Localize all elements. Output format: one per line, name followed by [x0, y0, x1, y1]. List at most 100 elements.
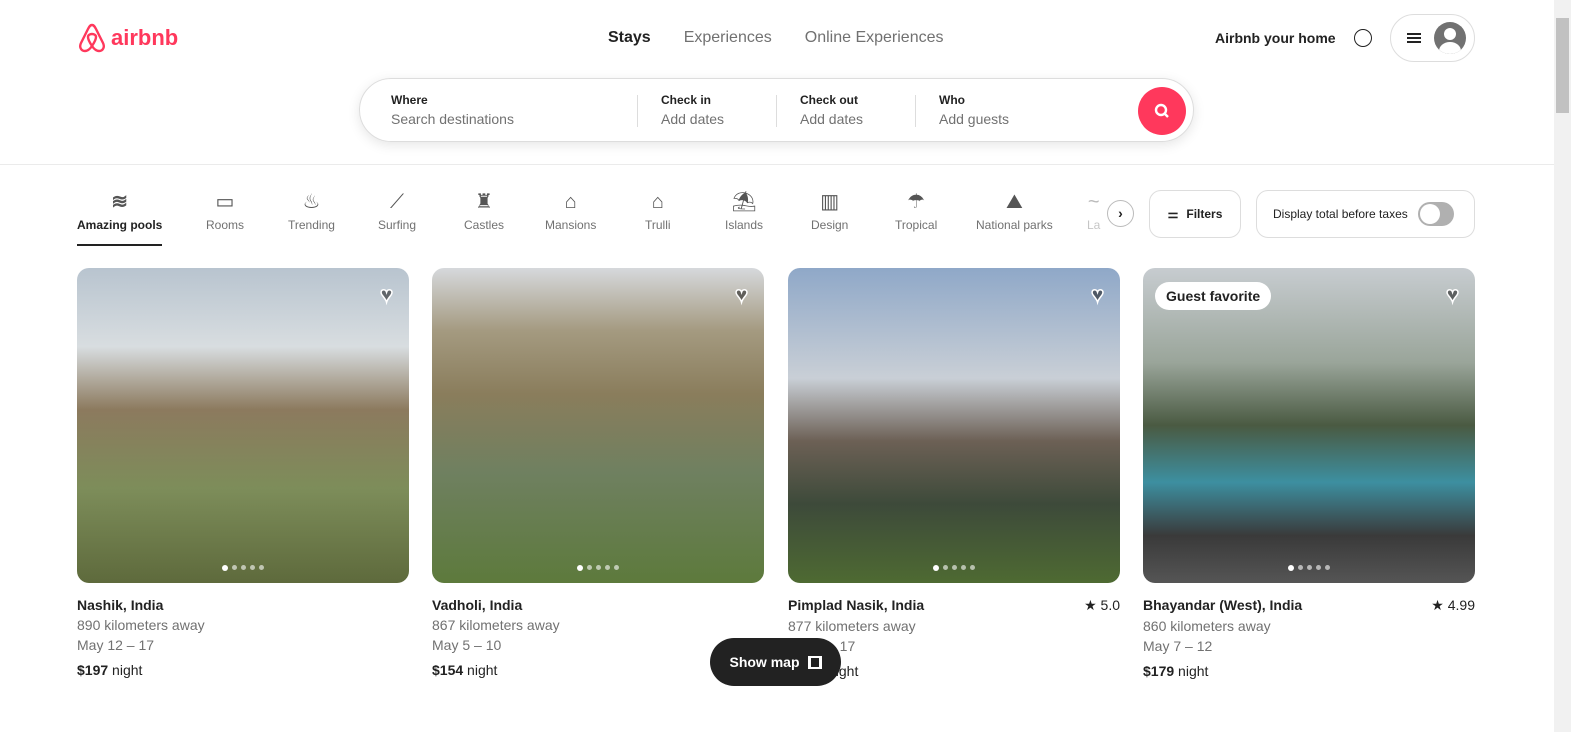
heart-icon[interactable]: ♥ — [1090, 281, 1105, 308]
check-in-field[interactable]: Check in Add dates — [661, 93, 724, 127]
listing-photo[interactable]: ♥ — [432, 268, 764, 583]
where-field[interactable]: Where Search destinations — [391, 93, 514, 127]
filters-button[interactable]: ⚌ Filters — [1149, 190, 1241, 238]
nav-experiences[interactable]: Experiences — [684, 29, 772, 47]
listing-card[interactable]: Guest favorite ♥ Bhayandar (West), India ★… — [1143, 268, 1475, 679]
listing-title: Bhayandar (West), India — [1143, 597, 1303, 613]
main-nav: Stays Experiences Online Experiences — [608, 29, 944, 47]
user-menu-button[interactable] — [1390, 14, 1475, 62]
listing-price: $179 night — [1143, 663, 1209, 679]
where-label: Where — [391, 93, 428, 107]
photo-dots — [1288, 565, 1330, 571]
category-label: Mansions — [545, 218, 597, 232]
who-field[interactable]: Who Add guests — [939, 93, 1009, 127]
category-trulli[interactable]: ⌂ Trulli — [645, 188, 671, 232]
show-map-label: Show map — [729, 654, 800, 670]
category-surfing[interactable]: ⟋ Surfing — [378, 188, 416, 232]
search-button[interactable] — [1138, 87, 1186, 135]
pool-icon: ≋ — [111, 191, 129, 213]
listing-title: Nashik, India — [77, 597, 164, 613]
flame-icon: ♨ — [302, 191, 321, 213]
taxes-label: Display total before taxes — [1273, 207, 1408, 221]
who-label: Who — [939, 93, 965, 107]
scrollbar-thumb[interactable] — [1556, 18, 1569, 113]
listing-card[interactable]: ♥ Vadholi, India 867 kilometers away May… — [432, 268, 764, 678]
palm-icon: ☂ — [907, 191, 926, 213]
category-rooms[interactable]: ▭ Rooms — [206, 188, 244, 232]
surfboard-icon: ⟋ — [390, 191, 405, 213]
category-design[interactable]: ▥ Design — [811, 188, 848, 232]
menu-icon — [1407, 33, 1421, 43]
listing-dates: May 7 – 12 — [1143, 638, 1213, 654]
category-label: Surfing — [378, 218, 417, 232]
search-icon — [1154, 103, 1169, 118]
category-label: La — [1087, 218, 1101, 232]
check-out-field[interactable]: Check out Add dates — [800, 93, 863, 127]
listing-distance: 877 kilometers away — [788, 618, 916, 634]
category-tropical[interactable]: ☂ Tropical — [895, 188, 937, 232]
divider — [915, 95, 916, 127]
airbnb-logo[interactable]: airbnb — [77, 22, 178, 54]
photo-dots — [577, 565, 619, 571]
category-label: Rooms — [206, 218, 245, 232]
where-input[interactable]: Search destinations — [391, 111, 514, 127]
listing-distance: 890 kilometers away — [77, 617, 205, 633]
category-mansions[interactable]: ⌂ Mansions — [545, 188, 596, 232]
who-value: Add guests — [939, 111, 1010, 127]
island-icon: ⛱ — [731, 191, 757, 213]
lake-icon: ~ — [1087, 191, 1100, 213]
category-national-parks[interactable]: ⛰ National parks — [976, 188, 1053, 232]
check-in-value: Add dates — [661, 111, 725, 127]
listing-title: Vadholi, India — [432, 597, 523, 613]
category-castles[interactable]: ♜ Castles — [464, 188, 504, 232]
photo-dots — [222, 565, 264, 571]
category-label: Castles — [464, 218, 505, 232]
heart-icon[interactable]: ♥ — [734, 281, 749, 308]
listing-card[interactable]: ♥ Pimplad Nasik, India ★ 5.0 877 kilomete… — [788, 268, 1120, 679]
category-islands[interactable]: ⛱ Islands — [725, 188, 763, 232]
category-partial[interactable]: ~ La — [1087, 188, 1100, 232]
listing-photo[interactable]: ♥ — [77, 268, 409, 583]
category-label: National parks — [976, 218, 1053, 232]
castle-icon: ♜ — [475, 191, 493, 213]
category-label: Amazing pools — [77, 218, 163, 232]
category-label: Trending — [288, 218, 335, 232]
category-label: Islands — [725, 218, 764, 232]
listing-dates: May 12 – 17 — [77, 637, 155, 653]
category-next-button[interactable]: › — [1107, 200, 1134, 227]
listing-rating: ★ 5.0 — [1084, 597, 1120, 613]
listing-rating: ★ 4.99 — [1431, 597, 1475, 613]
sliders-icon: ⚌ — [1167, 207, 1179, 221]
listing-photo[interactable]: Guest favorite ♥ — [1143, 268, 1475, 583]
category-trending[interactable]: ♨ Trending — [288, 188, 335, 232]
listing-distance: 867 kilometers away — [432, 617, 560, 633]
heart-icon[interactable]: ♥ — [379, 281, 394, 308]
show-map-button[interactable]: Show map — [710, 638, 841, 686]
category-bar: ≋ Amazing pools ▭ Rooms ♨ Trending ⟋ Surfing… — [77, 188, 1107, 253]
header: airbnb Stays Experiences Online Experien… — [0, 0, 1554, 165]
category-amazing-pools[interactable]: ≋ Amazing pools — [77, 188, 162, 246]
check-out-value: Add dates — [800, 111, 864, 127]
listing-price: $197 night — [77, 662, 143, 678]
airbnb-your-home-link[interactable]: Airbnb your home — [1215, 30, 1336, 46]
category-label: Design — [811, 218, 849, 232]
check-in-label: Check in — [661, 93, 712, 107]
display-total-toggle-row[interactable]: Display total before taxes — [1256, 190, 1475, 238]
guest-favorite-badge: Guest favorite — [1155, 282, 1272, 310]
listing-card[interactable]: ♥ Nashik, India 890 kilometers away May … — [77, 268, 409, 678]
taxes-toggle[interactable] — [1417, 202, 1454, 226]
design-icon: ▥ — [820, 191, 840, 213]
listing-title: Pimplad Nasik, India — [788, 597, 925, 613]
check-out-label: Check out — [800, 93, 859, 107]
nav-online-experiences[interactable]: Online Experiences — [805, 29, 944, 47]
globe-icon[interactable] — [1354, 29, 1372, 47]
search-bar: Where Search destinations Check in Add dat… — [359, 78, 1194, 142]
trullo-icon: ⌂ — [651, 191, 664, 213]
listing-photo[interactable]: ♥ — [788, 268, 1120, 583]
filters-label: Filters — [1186, 207, 1223, 221]
heart-icon[interactable]: ♥ — [1445, 281, 1460, 308]
logo-text: airbnb — [111, 25, 179, 50]
bed-icon: ▭ — [215, 191, 235, 213]
nav-stays[interactable]: Stays — [608, 29, 651, 47]
category-label: Trulli — [645, 218, 671, 232]
